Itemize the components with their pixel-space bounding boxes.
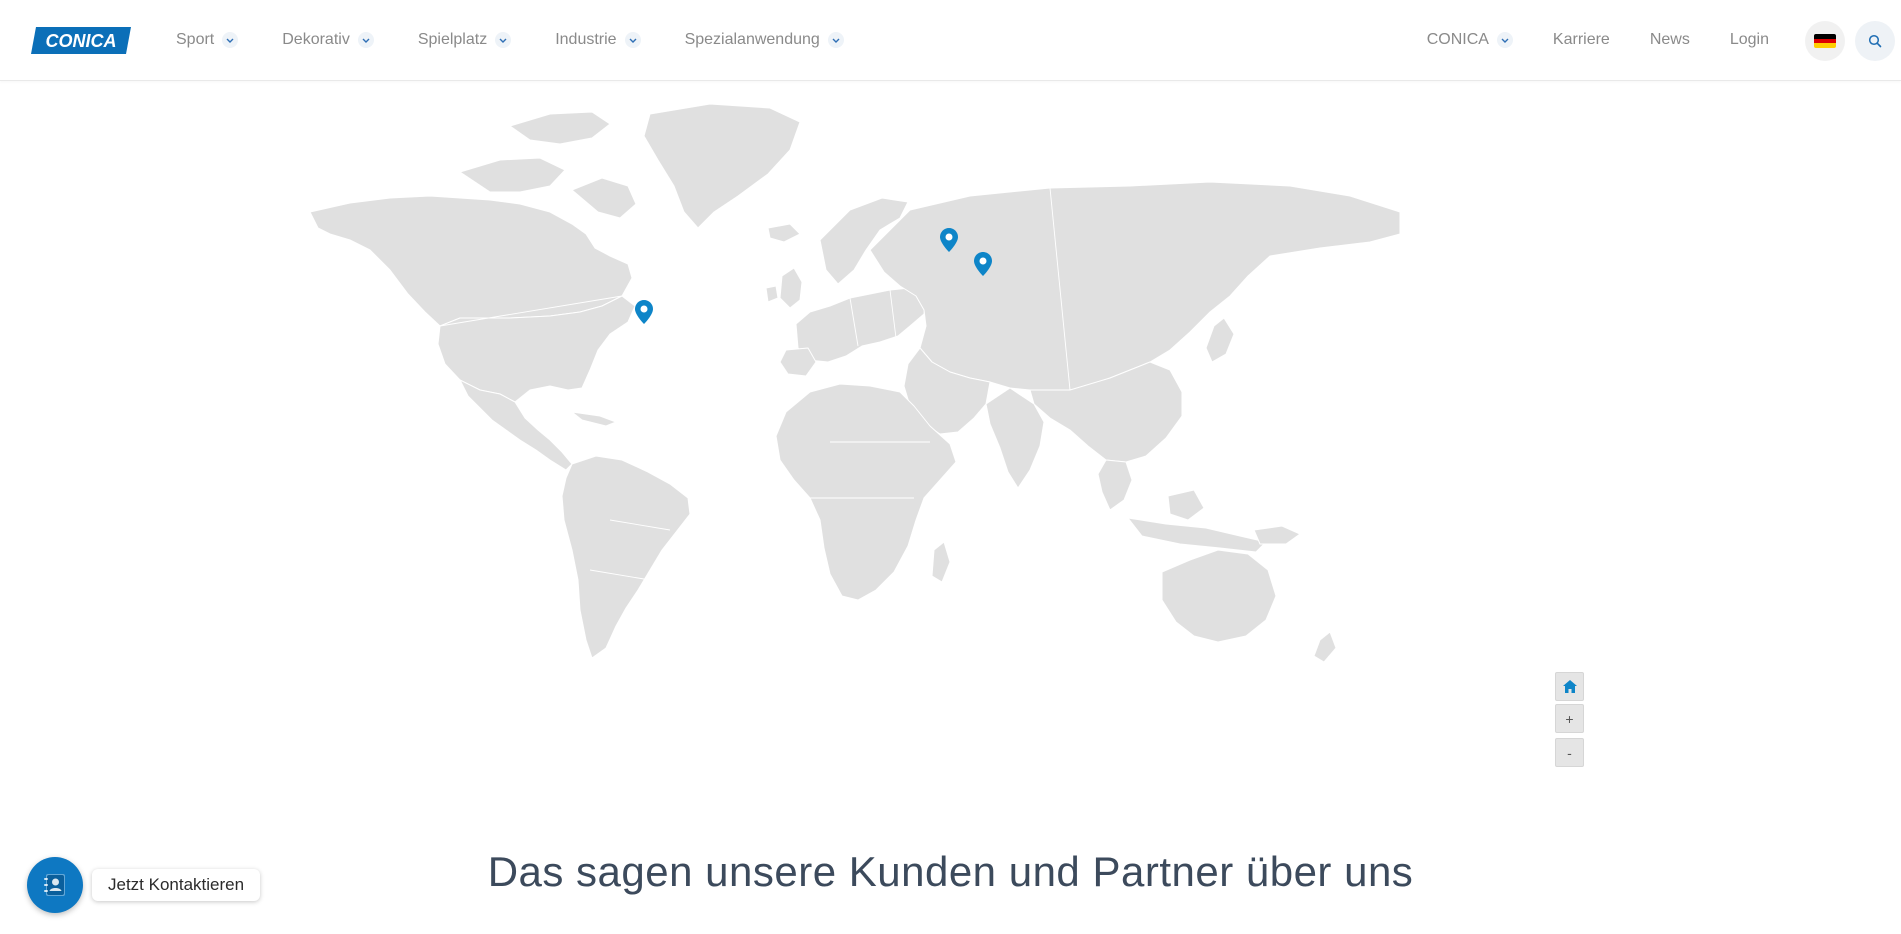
secondary-nav: CONICA Karriere News Login (1427, 0, 1769, 80)
nav-conica[interactable]: CONICA (1427, 31, 1513, 49)
contact-label[interactable]: Jetzt Kontaktieren (92, 869, 261, 901)
land-arctic-islands-2 (509, 111, 611, 145)
nav-news[interactable]: News (1650, 31, 1690, 49)
land-north-america-north (310, 195, 633, 327)
land-new-zealand (1313, 631, 1337, 663)
land-iberia (779, 347, 817, 377)
land-japan (1205, 317, 1235, 363)
land-new-guinea (1253, 525, 1301, 545)
home-icon (1562, 680, 1577, 693)
section-title: Das sagen unsere Kunden und Partner über… (487, 848, 1414, 895)
land-borneo (1167, 489, 1205, 521)
chevron-down-icon (357, 32, 374, 48)
land-iceland (767, 223, 801, 243)
logo-text: CONICA (46, 31, 117, 51)
world-map[interactable]: + - (310, 100, 1590, 767)
nav-sport[interactable]: Sport (176, 31, 239, 49)
contact-book-icon (44, 874, 65, 896)
language-switcher-button[interactable] (1805, 21, 1845, 61)
nav-label: News (1649, 31, 1690, 48)
land-baffin (571, 177, 637, 219)
chevron-down-icon (624, 32, 641, 48)
map-zoom-in-button[interactable]: + (1555, 704, 1584, 733)
nav-label: Spezialanwendung (684, 31, 820, 48)
nav-label: Karriere (1552, 31, 1610, 48)
land-caribbean (571, 411, 617, 427)
site-header: CONICA Sport Dekorativ Spielplatz Indust… (0, 0, 1901, 81)
land-indochina (1097, 459, 1133, 511)
contact-button[interactable] (27, 857, 83, 913)
flag-de-icon (1814, 34, 1836, 48)
chevron-down-icon (222, 32, 239, 48)
nav-login[interactable]: Login (1730, 31, 1769, 49)
land-greenland (643, 103, 801, 229)
search-button[interactable] (1855, 21, 1895, 61)
zoom-in-label: + (1565, 710, 1574, 727)
nav-karriere[interactable]: Karriere (1553, 31, 1610, 49)
nav-label: Sport (176, 31, 215, 48)
map-zoom-out-button[interactable]: - (1555, 738, 1584, 767)
location-pin-icon[interactable] (635, 300, 653, 324)
nav-dekorativ[interactable]: Dekorativ (282, 31, 374, 49)
chevron-down-icon (495, 32, 512, 48)
location-pin-icon[interactable] (940, 228, 958, 252)
nav-spielplatz[interactable]: Spielplatz (417, 31, 512, 49)
nav-label: Spielplatz (417, 31, 488, 48)
land-europe (795, 287, 927, 363)
conica-logo[interactable]: CONICA (31, 27, 131, 54)
main-nav: Sport Dekorativ Spielplatz Industrie Spe… (176, 0, 888, 80)
search-icon (1868, 34, 1882, 48)
world-map-canvas (310, 103, 1401, 663)
nav-label: Industrie (555, 31, 617, 48)
land-ireland (765, 285, 779, 303)
land-indonesia (1127, 517, 1267, 553)
chevron-down-icon (1496, 32, 1513, 48)
land-madagascar (931, 541, 951, 583)
land-arctic-islands (459, 157, 566, 193)
nav-industrie[interactable]: Industrie (555, 31, 641, 49)
zoom-out-label: - (1567, 744, 1572, 761)
land-south-america (561, 455, 691, 659)
land-russia-asia (869, 181, 1401, 393)
map-home-button[interactable] (1555, 672, 1584, 701)
chevron-down-icon (827, 32, 844, 48)
land-uk (779, 267, 803, 309)
nav-label: Login (1729, 31, 1769, 48)
nav-spezialanwendung[interactable]: Spezialanwendung (685, 31, 844, 49)
land-australia (1161, 549, 1277, 643)
nav-label: Dekorativ (282, 31, 350, 48)
nav-label: CONICA (1426, 31, 1489, 48)
location-pin-icon[interactable] (974, 252, 992, 276)
